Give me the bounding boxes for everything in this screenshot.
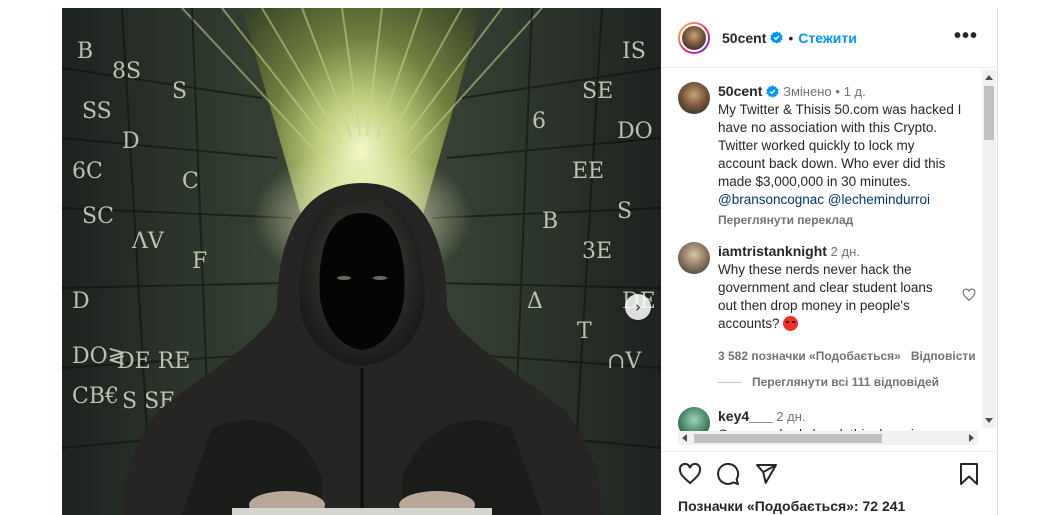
comment-actions: 3 582 позначки «Подобається» Відповісти …	[718, 347, 994, 365]
svg-text:B: B	[77, 39, 93, 64]
comment-likes-count[interactable]: 3 582 позначки «Подобається»	[718, 349, 901, 363]
comment-icon[interactable]	[716, 462, 740, 486]
svg-text:SS: SS	[82, 99, 112, 124]
post-details-panel: 50cent • Стежити ••• 50cent Змінено • 1 …	[661, 8, 998, 515]
svg-text:SE: SE	[582, 79, 613, 104]
author-avatar[interactable]	[678, 21, 710, 54]
post-image[interactable]: B 8S SS D 6C SC ɅV D DO≷ DE RE CB€ S SE SCF IS SE…	[62, 8, 661, 515]
instagram-post-embed: B 8S SS D 6C SC ɅV D DO≷ DE RE CB€ S SE SCF IS SE…	[0, 0, 1051, 515]
svg-text:B: B	[542, 209, 558, 234]
reply-button[interactable]: Відповісти	[911, 349, 976, 363]
comment-time[interactable]: 2 дн.	[776, 409, 805, 424]
angry-emoji-icon	[783, 316, 799, 331]
svg-text:SC: SC	[82, 204, 114, 229]
scroll-down-arrow[interactable]	[985, 418, 993, 423]
commenter-avatar[interactable]	[678, 242, 710, 274]
author-username[interactable]: 50cent	[722, 30, 766, 46]
mention-link[interactable]: @bransoncognac	[718, 192, 824, 207]
more-options-icon[interactable]: •••	[954, 26, 978, 46]
svg-text:6C: 6C	[72, 159, 103, 184]
heart-icon[interactable]	[962, 288, 976, 302]
svg-text:F: F	[192, 249, 207, 274]
svg-text:8S: 8S	[112, 59, 141, 84]
scroll-right-arrow[interactable]	[969, 434, 974, 442]
comment-username[interactable]: iamtristanknight	[718, 243, 827, 259]
scroll-thumb[interactable]	[694, 434, 882, 443]
view-replies-button[interactable]: Переглянути всі 111 відповідей	[718, 375, 939, 389]
svg-text:∩V: ∩V	[607, 349, 642, 374]
svg-text:D: D	[122, 129, 140, 154]
svg-text:ɅV: ɅV	[131, 229, 165, 254]
vertical-scrollbar[interactable]	[982, 70, 996, 428]
comments-list[interactable]: 50cent Змінено • 1 д. My Twitter & Thisi…	[661, 68, 998, 451]
scroll-up-arrow[interactable]	[985, 75, 993, 80]
post-footer: Позначки «Подобається»: 72 241	[661, 451, 998, 515]
svg-text:IS: IS	[622, 39, 646, 64]
caption-time[interactable]: 1 д.	[844, 84, 866, 99]
svg-text:EE: EE	[572, 159, 604, 184]
hacker-illustration: B8SSS D6CSC ɅVDDO≷ DE RECB€ S SE SCF ISSE…	[62, 8, 661, 515]
svg-text:Δ: Δ	[527, 289, 543, 314]
verified-badge-icon	[770, 31, 783, 44]
svg-text:6: 6	[532, 109, 546, 134]
bookmark-icon[interactable]	[958, 462, 980, 486]
comment-text: Why these nerds never hack the governmen…	[718, 262, 933, 331]
next-image-button[interactable]: ›	[625, 294, 651, 320]
svg-text:DO: DO	[617, 119, 653, 144]
see-translation-link[interactable]: Переглянути переклад	[718, 211, 963, 229]
caption-username[interactable]: 50cent	[718, 83, 762, 99]
svg-text:CB€: CB€	[72, 384, 119, 409]
caption-edited: Змінено	[783, 84, 832, 99]
caption-separator: •	[835, 84, 840, 99]
header-separator: •	[788, 29, 794, 46]
caption-text: My Twitter & Thisis 50.com was hacked I …	[718, 102, 962, 189]
scroll-thumb[interactable]	[984, 86, 994, 140]
post-header: 50cent • Стежити •••	[661, 8, 998, 68]
verified-badge-icon	[766, 85, 779, 98]
share-icon[interactable]	[754, 462, 778, 486]
view-replies-label: Переглянути всі 111 відповідей	[752, 375, 940, 389]
follow-button[interactable]: Стежити	[798, 30, 857, 46]
comment-username[interactable]: key4___	[718, 408, 773, 424]
action-icons	[678, 462, 778, 486]
svg-text:C: C	[182, 169, 199, 194]
chevron-right-icon: ›	[635, 298, 641, 316]
svg-text:D: D	[72, 289, 90, 314]
caption-avatar[interactable]	[678, 82, 710, 114]
svg-text:T: T	[577, 319, 592, 344]
svg-text:S: S	[172, 79, 187, 104]
comment-time[interactable]: 2 дн.	[831, 244, 860, 259]
likes-count[interactable]: Позначки «Подобається»: 72 241	[678, 498, 905, 514]
horizontal-scrollbar[interactable]	[678, 431, 978, 445]
heart-icon[interactable]	[678, 462, 702, 486]
svg-text:S: S	[617, 199, 632, 224]
scroll-left-arrow[interactable]	[682, 434, 687, 442]
svg-text:DE RE: DE RE	[117, 349, 190, 374]
replies-divider	[718, 381, 742, 383]
mention-link[interactable]: @lechemindurroi	[828, 192, 930, 207]
svg-text:3E: 3E	[582, 239, 612, 264]
